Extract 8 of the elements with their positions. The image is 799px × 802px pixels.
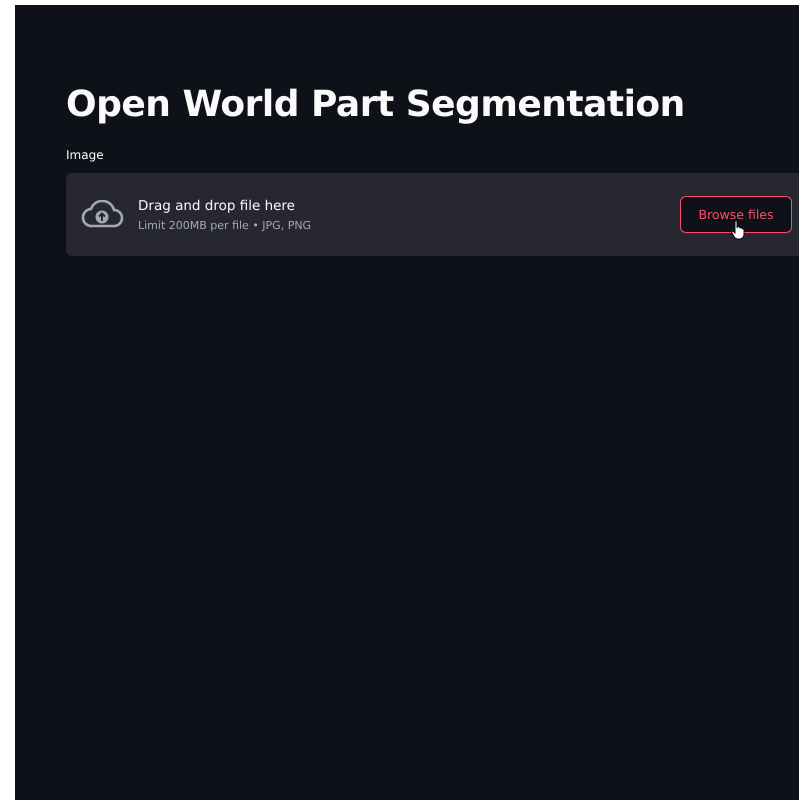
hand-cursor-icon (731, 220, 745, 240)
browse-files-button[interactable]: Browse files (680, 196, 792, 234)
field-label: Image (66, 148, 105, 162)
file-limits-text: Limit 200MB per file • JPG, PNG (138, 218, 312, 232)
cloud-upload-icon (80, 200, 124, 230)
file-dropzone[interactable]: Drag and drop file here Limit 200MB per file • JPG, PNG Browse files (66, 173, 799, 256)
dropzone-instructions: Drag and drop file here (138, 198, 296, 214)
page-title: Open World Part Segmentation (66, 83, 686, 126)
